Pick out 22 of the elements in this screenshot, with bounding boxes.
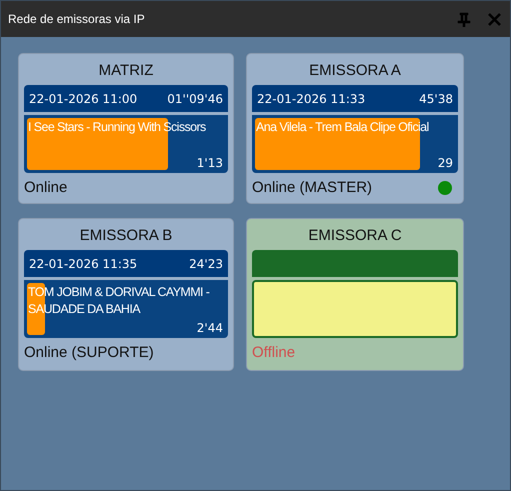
close-button[interactable]: [486, 11, 502, 27]
remaining-time: 29: [438, 156, 453, 170]
remaining-time: 1'13: [196, 156, 223, 170]
station-name: EMISSORA A: [308, 61, 402, 81]
status-text: Online (MASTER): [252, 179, 372, 196]
pin-icon: [457, 12, 471, 26]
elapsed-time: 45'38: [419, 92, 453, 106]
elapsed-time: 01''09'46: [167, 92, 223, 106]
remaining-time: 2'44: [196, 321, 223, 335]
status-text: Online: [24, 179, 68, 196]
station-name: MATRIZ: [98, 61, 154, 81]
date-time: 22-01-2026 11:00: [29, 92, 138, 106]
elapsed-time: 24'23: [189, 256, 223, 270]
status-text: Offline: [252, 344, 296, 361]
window-title: Rede de emissoras via IP: [8, 12, 146, 26]
status-text: Online (SUPORTE): [24, 344, 154, 361]
close-icon: [486, 12, 502, 26]
station-name: EMISSORA C: [307, 226, 403, 246]
pin-button[interactable]: [456, 11, 472, 27]
date-time: 22-01-2026 11:35: [29, 256, 138, 270]
station-name: EMISSORA B: [78, 226, 174, 246]
date-time: 22-01-2026 11:33: [257, 92, 366, 106]
